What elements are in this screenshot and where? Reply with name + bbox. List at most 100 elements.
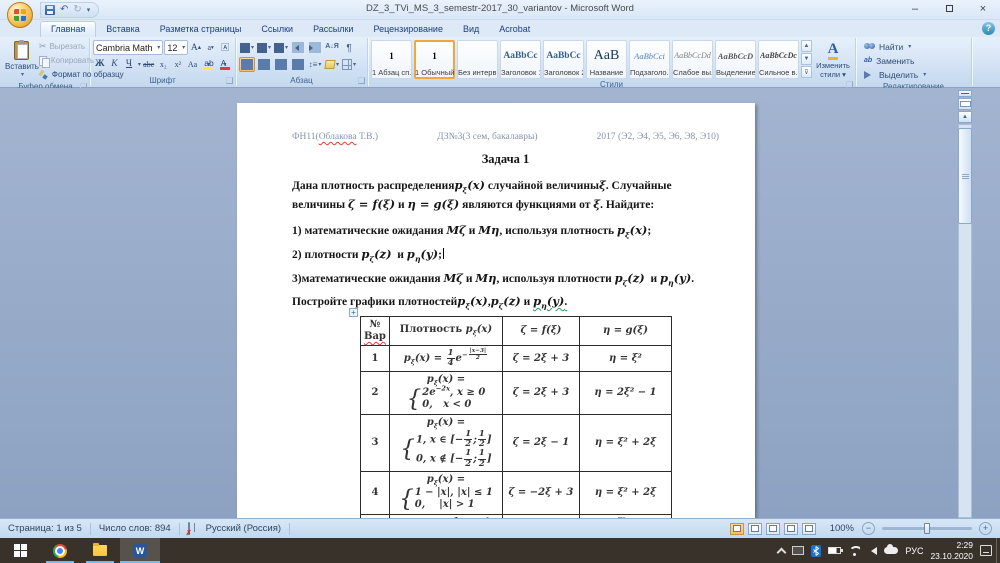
ribbon-tab-2[interactable]: Вставка bbox=[96, 22, 149, 37]
zoom-slider-track[interactable] bbox=[882, 523, 972, 534]
view-web-layout-button[interactable] bbox=[765, 522, 780, 535]
page-indicator[interactable]: Страница: 1 из 5 bbox=[0, 523, 90, 534]
bluetooth-icon[interactable] bbox=[811, 544, 822, 557]
taskbar-word-button[interactable]: W bbox=[120, 538, 160, 563]
taskbar-explorer-button[interactable] bbox=[80, 538, 120, 563]
change-styles-button[interactable]: А Изменить стили ▾ bbox=[814, 40, 852, 80]
onedrive-cloud-icon[interactable] bbox=[884, 544, 899, 554]
view-print-layout-button[interactable] bbox=[729, 522, 744, 535]
scroll-up-icon[interactable]: ▲ bbox=[958, 111, 972, 123]
style-chip[interactable]: 1 1 Абзац сп... bbox=[371, 40, 412, 79]
view-outline-button[interactable] bbox=[783, 522, 798, 535]
qat-customize-chevron-icon[interactable]: ▾ bbox=[87, 6, 91, 14]
style-chip[interactable]: AaBbCcDс Сильное в... bbox=[758, 40, 799, 79]
shading-button[interactable]: ▾ bbox=[324, 57, 340, 72]
table-move-handle-icon[interactable]: + bbox=[349, 308, 358, 317]
find-button[interactable]: Найти ▾ bbox=[864, 40, 968, 53]
select-button[interactable]: Выделить ▾ bbox=[864, 68, 968, 81]
line-spacing-button[interactable]: ↕≡ ▾ bbox=[307, 57, 323, 72]
office-menu-button[interactable] bbox=[7, 2, 33, 28]
ruler-toggle-button[interactable] bbox=[958, 98, 972, 110]
align-right-button[interactable] bbox=[273, 57, 289, 72]
font-name-combo[interactable]: Cambria Math ▾ bbox=[93, 40, 164, 55]
minimize-button[interactable]: – bbox=[904, 2, 926, 15]
align-left-button[interactable] bbox=[239, 57, 255, 72]
ribbon-tab-7[interactable]: Вид bbox=[453, 22, 489, 37]
ribbon-tab-3[interactable]: Разметка страницы bbox=[150, 22, 252, 37]
highlight-button[interactable]: ab ▾ bbox=[200, 57, 215, 71]
language-indicator[interactable]: Русский (Россия) bbox=[198, 523, 289, 534]
style-chip[interactable]: Без интерв... bbox=[457, 40, 498, 79]
action-center-icon[interactable] bbox=[980, 545, 992, 556]
view-fullscreen-button[interactable] bbox=[747, 522, 762, 535]
style-chip[interactable]: AaBbCcDd Слабое вы... bbox=[672, 40, 713, 79]
underline-dropdown-icon[interactable]: ▾ bbox=[138, 61, 141, 68]
styles-dialog-launcher[interactable] bbox=[846, 81, 853, 88]
taskbar-chrome-button[interactable] bbox=[40, 538, 80, 563]
ribbon-tab-6[interactable]: Рецензирование bbox=[363, 22, 453, 37]
numbering-button[interactable]: ▾ bbox=[256, 40, 272, 55]
save-icon[interactable] bbox=[45, 5, 55, 15]
decrease-indent-button[interactable] bbox=[290, 40, 306, 55]
shrink-font-button[interactable]: а ▾ bbox=[204, 41, 218, 55]
zoom-out-button[interactable]: − bbox=[862, 522, 875, 535]
styles-scroll-up-icon[interactable]: ▲ bbox=[801, 40, 812, 52]
font-size-combo[interactable]: 12 ▾ bbox=[164, 40, 189, 55]
zoom-in-button[interactable]: + bbox=[979, 522, 992, 535]
restore-button[interactable] bbox=[938, 2, 960, 15]
clear-formatting-button[interactable]: 🄰 bbox=[218, 41, 232, 55]
style-chip[interactable]: AaBbCcD Выделение bbox=[715, 40, 756, 79]
bold-button[interactable]: Ж bbox=[93, 57, 107, 71]
style-chip[interactable]: AaBbCci Подзаголо... bbox=[629, 40, 670, 79]
change-case-button[interactable]: Aa bbox=[186, 57, 200, 71]
ribbon-tab-8[interactable]: Acrobat bbox=[489, 22, 540, 37]
align-center-button[interactable] bbox=[256, 57, 272, 72]
scrollbar-thumb[interactable] bbox=[958, 128, 972, 224]
undo-icon[interactable]: ↶ bbox=[60, 5, 68, 15]
justify-button[interactable] bbox=[290, 57, 306, 72]
sort-button[interactable]: А↓Я bbox=[324, 40, 340, 55]
paste-button[interactable]: Вставить ▾ bbox=[5, 40, 39, 81]
underline-button[interactable]: Ч bbox=[122, 57, 136, 71]
view-draft-button[interactable] bbox=[801, 522, 816, 535]
bullets-button[interactable]: ▾ bbox=[239, 40, 255, 55]
grow-font-button[interactable]: А ▴ bbox=[189, 41, 203, 55]
increase-indent-button[interactable] bbox=[307, 40, 323, 55]
strikethrough-button[interactable]: abc bbox=[142, 57, 156, 71]
styles-scroll-down-icon[interactable]: ▼ bbox=[801, 53, 812, 65]
input-language-indicator[interactable]: РУС bbox=[905, 546, 923, 556]
replace-button[interactable]: ab Заменить bbox=[864, 54, 968, 67]
borders-button[interactable]: ▾ bbox=[341, 57, 357, 72]
font-dialog-launcher[interactable] bbox=[226, 77, 233, 84]
paragraph-dialog-launcher[interactable] bbox=[358, 77, 365, 84]
subscript-button[interactable]: x₂ bbox=[156, 57, 170, 71]
superscript-button[interactable]: x² bbox=[171, 57, 185, 71]
style-chip[interactable]: AaBbCc Заголовок 2 bbox=[543, 40, 584, 79]
zoom-level[interactable]: 100% bbox=[830, 523, 854, 534]
document-page[interactable]: ФН11(Облакова Т.В.) ДЗ№3(3 сем, бакалавр… bbox=[237, 103, 755, 518]
zoom-slider-thumb[interactable] bbox=[924, 523, 930, 534]
wifi-icon[interactable] bbox=[848, 546, 860, 556]
speaker-icon[interactable] bbox=[867, 546, 878, 555]
help-button[interactable]: ? bbox=[982, 22, 995, 35]
ribbon-tab-4[interactable]: Ссылки bbox=[251, 22, 303, 37]
tray-display-icon[interactable] bbox=[792, 546, 805, 555]
show-marks-button[interactable]: ¶ bbox=[341, 40, 357, 55]
style-chip[interactable]: 1 1 Обычный bbox=[414, 40, 455, 79]
close-button[interactable]: × bbox=[972, 2, 994, 15]
word-count[interactable]: Число слов: 894 bbox=[91, 523, 179, 534]
redo-icon[interactable]: ↻ bbox=[73, 5, 81, 15]
multilevel-list-button[interactable]: ▾ bbox=[273, 40, 289, 55]
style-chip[interactable]: AaB Название bbox=[586, 40, 627, 79]
start-button[interactable] bbox=[0, 538, 40, 563]
ribbon-tab-1[interactable]: Главная bbox=[40, 21, 97, 37]
split-handle[interactable] bbox=[958, 90, 972, 97]
tray-expand-chevron-icon[interactable] bbox=[776, 547, 787, 557]
battery-icon[interactable] bbox=[828, 547, 844, 554]
show-desktop-button[interactable] bbox=[996, 538, 1000, 563]
styles-more-icon[interactable]: ⊽ bbox=[801, 66, 812, 78]
clock[interactable]: 2:29 23.10.2020 bbox=[930, 540, 973, 561]
style-chip[interactable]: AaBbCс Заголовок 1 bbox=[500, 40, 541, 79]
italic-button[interactable]: К bbox=[108, 57, 122, 71]
ribbon-tab-5[interactable]: Рассылки bbox=[303, 22, 363, 37]
